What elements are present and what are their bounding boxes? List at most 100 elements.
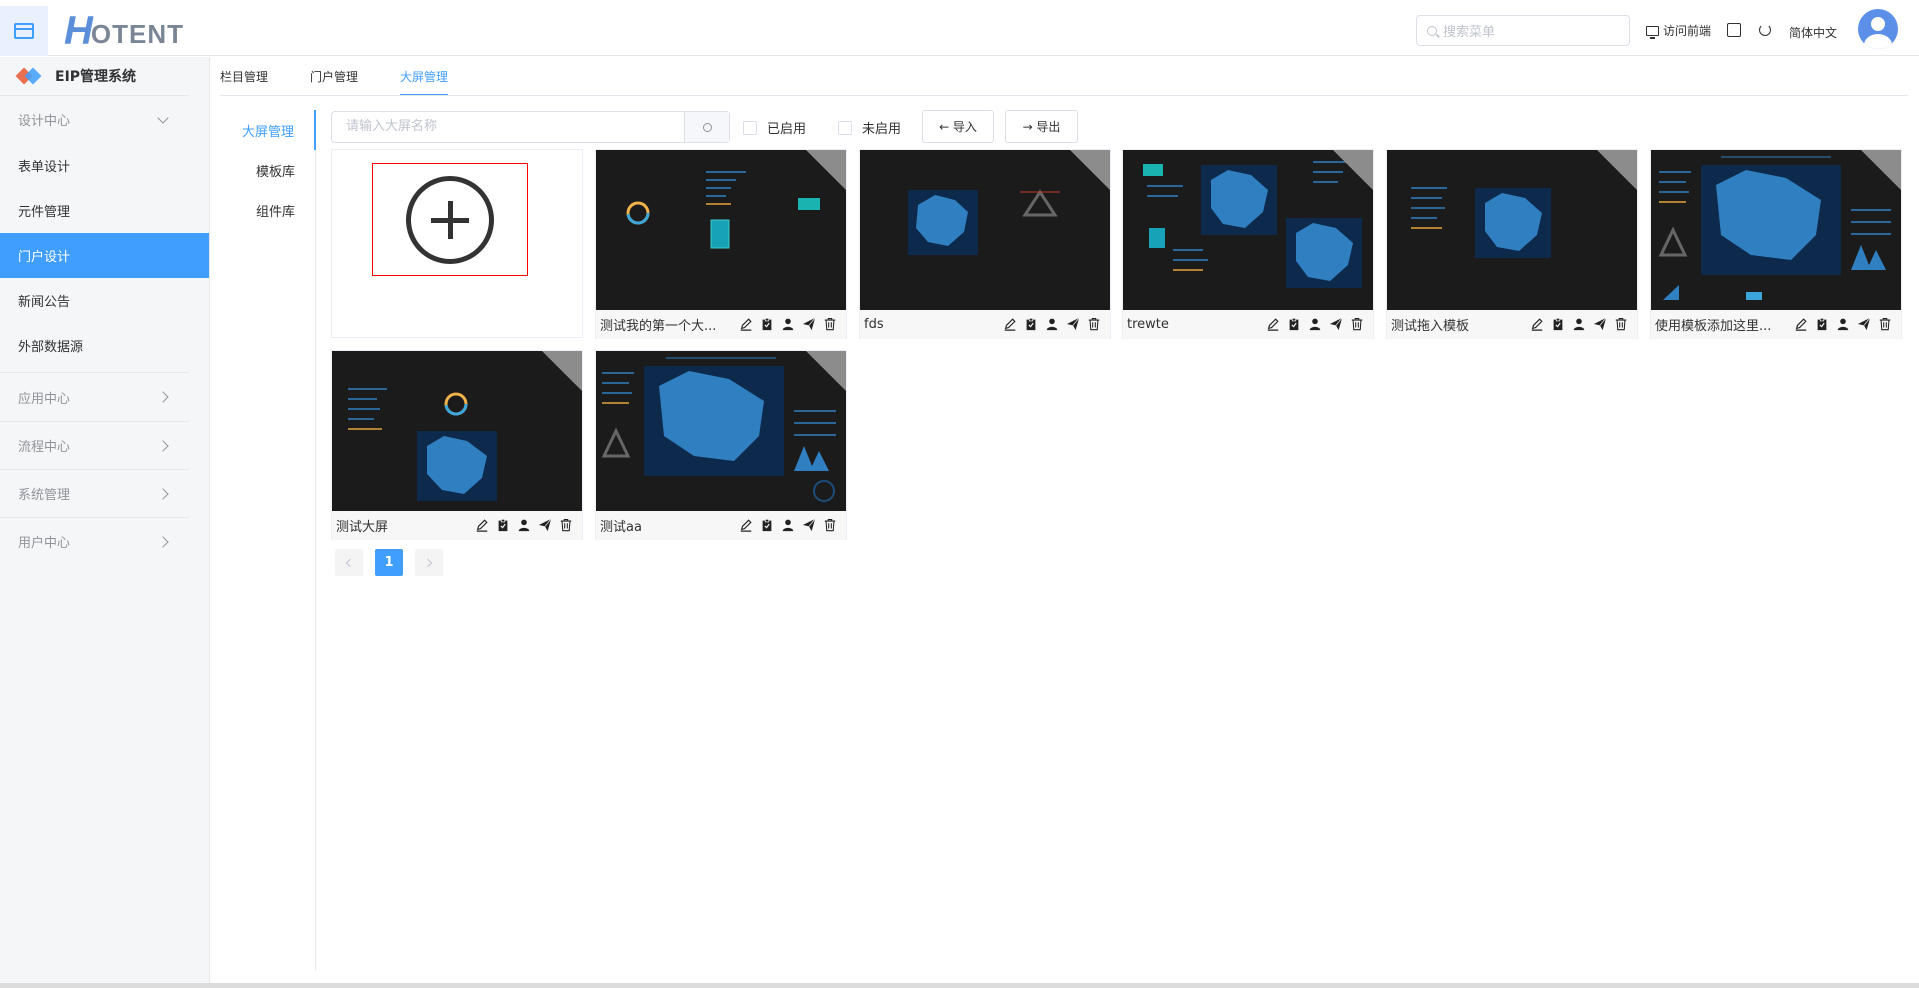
- screen-thumbnail[interactable]: [1123, 150, 1373, 310]
- screen-card[interactable]: 测试我的第一个大...: [595, 149, 847, 339]
- user-icon[interactable]: [1307, 316, 1323, 332]
- clipboard-check-icon[interactable]: [1814, 316, 1830, 332]
- chevron-right-icon: [157, 535, 169, 548]
- system-title: EIP管理系统: [0, 57, 209, 95]
- screen-card[interactable]: 测试拖入模板: [1386, 149, 1638, 339]
- user-icon[interactable]: [1571, 316, 1587, 332]
- clipboard-check-icon[interactable]: [1023, 316, 1039, 332]
- pagination-prev-button[interactable]: [335, 549, 363, 576]
- menu-search-input[interactable]: 搜索菜单: [1416, 15, 1630, 46]
- sidebar-group-user-center[interactable]: 用户中心: [0, 517, 189, 565]
- clipboard-check-icon[interactable]: [1550, 316, 1566, 332]
- edit-icon[interactable]: [474, 517, 490, 533]
- send-icon[interactable]: [1328, 316, 1344, 332]
- screen-search-input[interactable]: 请输入大屏名称: [331, 111, 730, 143]
- tab-column-manage[interactable]: 栏目管理: [220, 68, 268, 96]
- screen-card[interactable]: fds: [859, 149, 1111, 339]
- sidebar-item-component-manage[interactable]: 元件管理: [0, 188, 209, 233]
- user-icon[interactable]: [1835, 316, 1851, 332]
- screen-card[interactable]: 测试aa: [595, 350, 847, 540]
- trash-icon[interactable]: [822, 517, 838, 533]
- menu-toggle-button[interactable]: [0, 6, 48, 56]
- screen-thumbnail[interactable]: [596, 150, 846, 310]
- card-actions: [733, 517, 838, 533]
- send-icon[interactable]: [1065, 316, 1081, 332]
- sidebar-item-external-datasource[interactable]: 外部数据源: [0, 323, 209, 368]
- trash-icon[interactable]: [1877, 316, 1893, 332]
- user-icon[interactable]: [780, 517, 796, 533]
- card-footer: 测试大屏: [332, 511, 582, 540]
- trash-icon[interactable]: [1349, 316, 1365, 332]
- trash-icon[interactable]: [822, 316, 838, 332]
- add-screen-box[interactable]: [372, 163, 528, 276]
- card-actions: [1524, 316, 1629, 332]
- subnav-template-library[interactable]: 模板库: [220, 150, 315, 190]
- sidebar-item-form-design[interactable]: 表单设计: [0, 143, 209, 188]
- fullscreen-button[interactable]: [1727, 23, 1741, 37]
- clipboard-check-icon[interactable]: [495, 517, 511, 533]
- sidebar-item-news[interactable]: 新闻公告: [0, 278, 209, 323]
- send-icon[interactable]: [1856, 316, 1872, 332]
- avatar[interactable]: [1858, 9, 1898, 49]
- card-footer: fds: [860, 310, 1110, 339]
- sidebar-group-app-center[interactable]: 应用中心: [0, 373, 189, 421]
- tab-portal-manage[interactable]: 门户管理: [310, 68, 358, 96]
- chevron-right-icon: [157, 439, 169, 452]
- checkbox-box: [838, 120, 852, 135]
- sidebar-item-portal-design[interactable]: 门户设计: [0, 233, 209, 278]
- edit-icon[interactable]: [1793, 316, 1809, 332]
- sidebar-group-design-center[interactable]: 设计中心: [0, 95, 189, 143]
- screen-thumbnail[interactable]: [1651, 150, 1901, 310]
- trash-icon[interactable]: [1613, 316, 1629, 332]
- send-icon[interactable]: [801, 517, 817, 533]
- screen-thumbnail[interactable]: [1387, 150, 1637, 310]
- thumbnail-preview: [601, 357, 836, 502]
- sidebar-item-label: 门户设计: [18, 250, 71, 265]
- send-icon[interactable]: [801, 316, 817, 332]
- language-label: 简体中文: [1789, 26, 1838, 40]
- screen-card[interactable]: 使用模板添加这里...: [1650, 149, 1902, 339]
- card-footer: 测试aa: [596, 511, 846, 540]
- screen-thumbnail[interactable]: [596, 351, 846, 511]
- clipboard-check-icon[interactable]: [759, 316, 775, 332]
- edit-icon[interactable]: [1002, 316, 1018, 332]
- user-icon[interactable]: [780, 316, 796, 332]
- enabled-checkbox[interactable]: 已启用: [743, 118, 806, 137]
- card-title: trewte: [1127, 317, 1169, 332]
- user-icon[interactable]: [516, 517, 532, 533]
- disabled-checkbox[interactable]: 未启用: [838, 118, 901, 137]
- export-button[interactable]: → 导出: [1005, 110, 1078, 143]
- sidebar-group-system-manage[interactable]: 系统管理: [0, 469, 189, 517]
- add-screen-card[interactable]: [331, 149, 583, 338]
- edit-icon[interactable]: [738, 517, 754, 533]
- clipboard-check-icon[interactable]: [759, 517, 775, 533]
- screen-thumbnail[interactable]: [860, 150, 1110, 310]
- refresh-button[interactable]: [1759, 24, 1771, 36]
- send-icon[interactable]: [1592, 316, 1608, 332]
- trash-icon[interactable]: [558, 517, 574, 533]
- trash-icon[interactable]: [1086, 316, 1102, 332]
- pagination-next-button[interactable]: [415, 549, 443, 576]
- screen-card[interactable]: 测试大屏: [331, 350, 583, 540]
- sidebar-item-label: 新闻公告: [18, 295, 71, 310]
- import-button[interactable]: ← 导入: [922, 110, 994, 143]
- clipboard-check-icon[interactable]: [1286, 316, 1302, 332]
- visit-frontend-link[interactable]: 访问前端: [1646, 22, 1711, 39]
- chevron-right-icon: [423, 558, 433, 567]
- tab-screen-manage[interactable]: 大屏管理: [400, 68, 449, 96]
- search-button[interactable]: [684, 112, 729, 142]
- sidebar-item-label: 元件管理: [18, 205, 71, 220]
- sidebar-group-label: 用户中心: [18, 536, 71, 551]
- subnav-screen-manage[interactable]: 大屏管理: [220, 110, 316, 150]
- send-icon[interactable]: [537, 517, 553, 533]
- edit-icon[interactable]: [738, 316, 754, 332]
- edit-icon[interactable]: [1529, 316, 1545, 332]
- screen-thumbnail[interactable]: [332, 351, 582, 511]
- user-icon[interactable]: [1044, 316, 1060, 332]
- sidebar-group-flow-center[interactable]: 流程中心: [0, 421, 189, 469]
- edit-icon[interactable]: [1265, 316, 1281, 332]
- subnav-component-library[interactable]: 组件库: [220, 190, 315, 230]
- screen-card[interactable]: trewte: [1122, 149, 1374, 339]
- pagination-page-1[interactable]: 1: [375, 549, 403, 576]
- language-selector[interactable]: 简体中文: [1789, 24, 1837, 41]
